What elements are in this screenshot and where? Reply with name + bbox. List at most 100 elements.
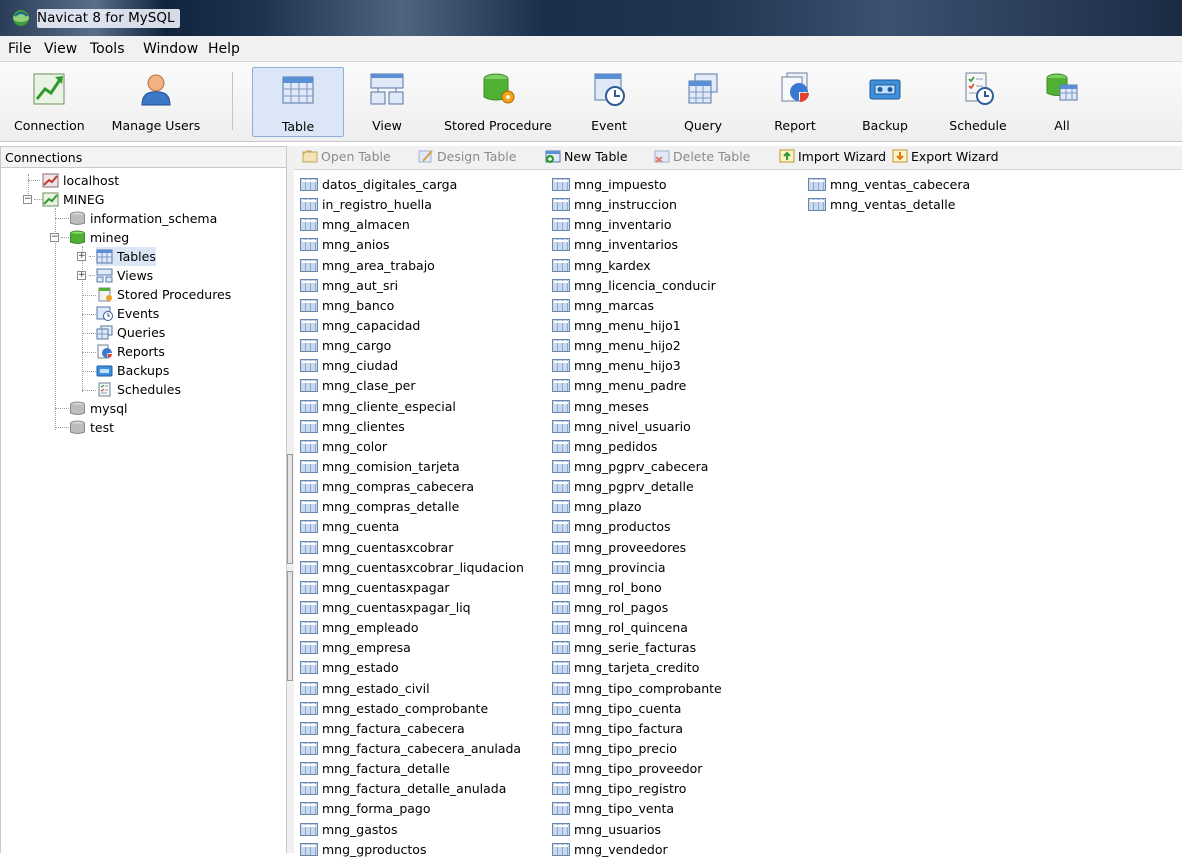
table-item[interactable]: mng_compras_detalle	[300, 497, 524, 517]
table-item[interactable]: mng_estado_civil	[300, 679, 524, 699]
table-item[interactable]: mng_menu_hijo2	[552, 336, 722, 356]
table-item[interactable]: mng_cuentasxpagar_liq	[300, 598, 524, 618]
event-button[interactable]: Event	[575, 67, 643, 137]
table-item[interactable]: in_registro_huella	[300, 195, 524, 215]
table-item[interactable]: mng_vendedor	[552, 840, 722, 860]
table-item[interactable]: mng_tipo_factura	[552, 719, 722, 739]
table-item[interactable]: mng_marcas	[552, 296, 722, 316]
table-item[interactable]: mng_banco	[300, 296, 524, 316]
table-item[interactable]: mng_factura_detalle_anulada	[300, 779, 524, 799]
table-item[interactable]: mng_productos	[552, 517, 722, 537]
table-item[interactable]: mng_inventarios	[552, 235, 722, 255]
table-item[interactable]: mng_ciudad	[300, 356, 524, 376]
export-wizard-button[interactable]: Export Wizard	[892, 149, 999, 167]
table-item[interactable]: mng_tarjeta_credito	[552, 658, 722, 678]
table-item[interactable]: mng_rol_quincena	[552, 618, 722, 638]
report-button[interactable]: Report	[760, 67, 830, 137]
tree-item-reports[interactable]: Reports	[96, 342, 165, 361]
splitter-handle[interactable]	[287, 454, 293, 564]
stored-procedure-button[interactable]: Stored Procedure	[434, 67, 562, 137]
table-item[interactable]: mng_cuentasxcobrar	[300, 538, 524, 558]
table-item[interactable]: mng_gastos	[300, 820, 524, 840]
new-table-button[interactable]: New Table	[545, 149, 628, 167]
tree-item-events[interactable]: Events	[96, 304, 159, 323]
table-item[interactable]: mng_clientes	[300, 417, 524, 437]
manage-users-button[interactable]: Manage Users	[104, 67, 208, 137]
table-item[interactable]: mng_tipo_precio	[552, 739, 722, 759]
tree-item-views[interactable]: Views	[96, 266, 153, 285]
delete-table-button[interactable]: Delete Table	[654, 149, 750, 167]
splitter-handle[interactable]	[287, 571, 293, 681]
connection-button[interactable]: Connection	[14, 67, 85, 137]
table-item[interactable]: mng_usuarios	[552, 820, 722, 840]
table-item[interactable]: mng_gproductos	[300, 840, 524, 860]
table-item[interactable]: mng_ventas_detalle	[808, 195, 970, 215]
expand-tables-toggle[interactable]: +	[77, 252, 86, 261]
backup-button[interactable]: Backup	[852, 67, 918, 137]
table-item[interactable]: mng_compras_cabecera	[300, 477, 524, 497]
view-button[interactable]: View	[352, 67, 422, 137]
table-item[interactable]: mng_aut_sri	[300, 276, 524, 296]
table-item[interactable]: mng_cargo	[300, 336, 524, 356]
schedule-button[interactable]: Schedule	[938, 67, 1018, 137]
tree-item-backups[interactable]: Backups	[96, 361, 169, 380]
collapse-mineg-db-toggle[interactable]: −	[50, 233, 59, 242]
import-wizard-button[interactable]: Import Wizard	[779, 149, 886, 167]
table-item[interactable]: mng_menu_hijo1	[552, 316, 722, 336]
table-item[interactable]: mng_menu_padre	[552, 376, 722, 396]
table-item[interactable]: mng_cuenta	[300, 517, 524, 537]
table-item[interactable]: mng_factura_cabecera_anulada	[300, 739, 524, 759]
table-item[interactable]: mng_empresa	[300, 638, 524, 658]
table-item[interactable]: mng_capacidad	[300, 316, 524, 336]
table-item[interactable]: mng_pgprv_detalle	[552, 477, 722, 497]
table-item[interactable]: mng_kardex	[552, 256, 722, 276]
table-item[interactable]: mng_provincia	[552, 558, 722, 578]
table-item[interactable]: mng_rol_pagos	[552, 598, 722, 618]
table-item[interactable]: mng_tipo_registro	[552, 779, 722, 799]
expand-views-toggle[interactable]: +	[77, 271, 86, 280]
table-item[interactable]: mng_ventas_cabecera	[808, 175, 970, 195]
table-item[interactable]: mng_cliente_especial	[300, 397, 524, 417]
table-item[interactable]: datos_digitales_carga	[300, 175, 524, 195]
menu-view[interactable]: View	[44, 41, 77, 57]
table-item[interactable]: mng_impuesto	[552, 175, 722, 195]
table-item[interactable]: mng_forma_pago	[300, 799, 524, 819]
menu-help[interactable]: Help	[208, 41, 240, 57]
table-item[interactable]: mng_area_trabajo	[300, 256, 524, 276]
tree-item-queries[interactable]: Queries	[96, 323, 165, 342]
database-test[interactable]: test	[69, 418, 114, 437]
table-item[interactable]: mng_instruccion	[552, 195, 722, 215]
menu-tools[interactable]: Tools	[90, 41, 125, 57]
table-item[interactable]: mng_anios	[300, 235, 524, 255]
menu-file[interactable]: File	[8, 41, 31, 57]
table-item[interactable]: mng_almacen	[300, 215, 524, 235]
table-item[interactable]: mng_color	[300, 437, 524, 457]
table-item[interactable]: mng_tipo_comprobante	[552, 679, 722, 699]
table-item[interactable]: mng_estado	[300, 658, 524, 678]
table-item[interactable]: mng_comision_tarjeta	[300, 457, 524, 477]
open-table-button[interactable]: Open Table	[302, 149, 391, 167]
design-table-button[interactable]: Design Table	[418, 149, 516, 167]
database-information-schema[interactable]: information_schema	[69, 209, 217, 228]
connection-localhost[interactable]: localhost	[42, 171, 119, 190]
table-item[interactable]: mng_tipo_proveedor	[552, 759, 722, 779]
table-item[interactable]: mng_proveedores	[552, 538, 722, 558]
table-item[interactable]: mng_plazo	[552, 497, 722, 517]
connection-mineg[interactable]: MINEG	[42, 190, 104, 209]
table-item[interactable]: mng_pgprv_cabecera	[552, 457, 722, 477]
table-button[interactable]: Table	[252, 67, 344, 137]
table-item[interactable]: mng_clase_per	[300, 376, 524, 396]
table-item[interactable]: mng_tipo_venta	[552, 799, 722, 819]
table-item[interactable]: mng_cuentasxcobrar_liqudacion	[300, 558, 524, 578]
table-item[interactable]: mng_nivel_usuario	[552, 417, 722, 437]
all-button[interactable]: All	[1034, 67, 1090, 137]
table-item[interactable]: mng_factura_cabecera	[300, 719, 524, 739]
table-item[interactable]: mng_pedidos	[552, 437, 722, 457]
tree-item-tables[interactable]: Tables	[96, 247, 156, 266]
query-button[interactable]: Query	[670, 67, 736, 137]
table-item[interactable]: mng_factura_detalle	[300, 759, 524, 779]
pane-splitter[interactable]	[287, 146, 294, 853]
table-item[interactable]: mng_estado_comprobante	[300, 699, 524, 719]
database-mineg[interactable]: mineg	[69, 228, 129, 247]
menu-window[interactable]: Window	[143, 41, 198, 57]
